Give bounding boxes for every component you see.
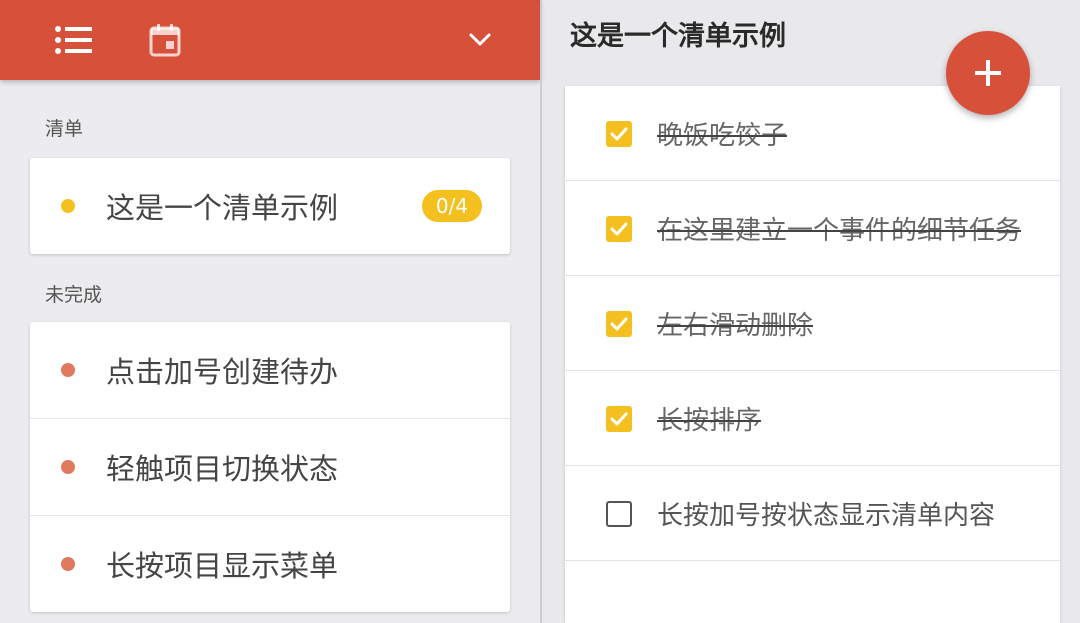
panel-divider: [540, 0, 542, 623]
task-label: 长按加号按状态显示清单内容: [657, 501, 996, 531]
task-checkbox[interactable]: [606, 121, 632, 147]
list-item-label: 这是一个清单示例: [106, 191, 339, 225]
task-item[interactable]: 长按加号按状态显示清单内容: [565, 466, 1060, 561]
section-label-incomplete: 未完成: [45, 284, 103, 306]
lists-card: 这是一个清单示例 0/4: [30, 158, 510, 254]
task-item[interactable]: 在这里建立一个事件的细节任务: [565, 181, 1060, 276]
task-checkbox[interactable]: [606, 501, 632, 527]
list-item-label: 长按项目显示菜单: [106, 549, 339, 583]
status-dot: [61, 363, 75, 377]
calendar-icon: [149, 24, 181, 57]
task-label: 在这里建立一个事件的细节任务: [657, 216, 1022, 246]
task-checkbox[interactable]: [606, 311, 632, 337]
list-item[interactable]: 长按项目显示菜单: [30, 515, 510, 612]
check-icon: [610, 222, 628, 236]
list-item-label: 轻触项目切换状态: [106, 452, 339, 486]
app-toolbar: [0, 0, 540, 80]
list-item[interactable]: 轻触项目切换状态: [30, 418, 510, 515]
list-panel: 清单 这是一个清单示例 0/4 未完成 点击加号创建待办 轻触项目切换状态 长按…: [0, 0, 540, 623]
list-item[interactable]: 点击加号创建待办: [30, 322, 510, 418]
calendar-view-button[interactable]: [140, 0, 190, 80]
task-label: 晚饭吃饺子: [657, 121, 788, 151]
plus-icon: [975, 60, 1001, 86]
status-dot: [61, 557, 75, 571]
page-title: 这是一个清单示例: [570, 21, 786, 52]
check-icon: [610, 127, 628, 141]
task-label: 左右滑动删除: [657, 311, 814, 341]
dropdown-button[interactable]: [460, 0, 500, 80]
list-view-button[interactable]: [50, 0, 98, 80]
list-item-label: 点击加号创建待办: [106, 355, 339, 389]
check-icon: [610, 412, 628, 426]
list-item[interactable]: 这是一个清单示例 0/4: [30, 158, 510, 254]
add-task-button[interactable]: [946, 31, 1030, 115]
list-icon: [55, 26, 92, 54]
task-checkbox[interactable]: [606, 216, 632, 242]
task-checkbox[interactable]: [606, 406, 632, 432]
task-label: 长按排序: [657, 406, 762, 436]
task-item[interactable]: 左右滑动删除: [565, 276, 1060, 371]
task-list: 晚饭吃饺子 在这里建立一个事件的细节任务 左右滑动删除 长按排序 长按加号按状态…: [565, 86, 1060, 623]
incomplete-card: 点击加号创建待办 轻触项目切换状态 长按项目显示菜单: [30, 322, 510, 612]
task-item[interactable]: 长按排序: [565, 371, 1060, 466]
check-icon: [610, 317, 628, 331]
progress-badge: 0/4: [422, 190, 482, 222]
status-dot: [61, 460, 75, 474]
section-label-lists: 清单: [45, 118, 84, 140]
list-color-dot: [61, 199, 75, 213]
chevron-down-icon: [469, 33, 491, 46]
